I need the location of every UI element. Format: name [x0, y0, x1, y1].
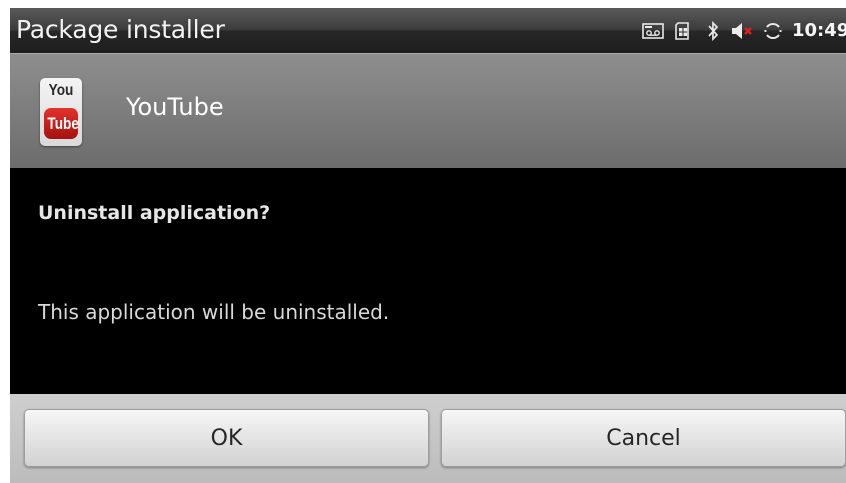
- dialog-title: Uninstall application?: [38, 202, 271, 224]
- button-bar: OK Cancel: [10, 394, 846, 483]
- dialog-message-area: Uninstall application? This application …: [10, 168, 846, 394]
- dialog-message: This application will be uninstalled.: [38, 300, 390, 324]
- cancel-button[interactable]: Cancel: [441, 409, 846, 467]
- app-icon-text-bottom: Tube: [47, 114, 79, 133]
- bluetooth-icon: [698, 8, 728, 53]
- voicemail-icon: [638, 8, 668, 53]
- youtube-app-icon: You Tube: [40, 78, 82, 146]
- status-icons: 10:49: [638, 8, 846, 53]
- clock: 10:49: [792, 20, 846, 41]
- ok-button[interactable]: OK: [24, 409, 429, 467]
- volume-muted-icon: [728, 8, 758, 53]
- status-bar: Package installer 10:49: [10, 8, 846, 53]
- app-header: You Tube YouTube: [10, 53, 846, 168]
- sync-icon: [758, 8, 788, 53]
- app-name: YouTube: [126, 93, 224, 121]
- window-title: Package installer: [16, 15, 225, 44]
- app-icon-text-top: You: [48, 82, 74, 99]
- sim-card-icon: [668, 8, 698, 53]
- device-screen: Package installer 10:49 You Tube YouTube…: [10, 8, 846, 483]
